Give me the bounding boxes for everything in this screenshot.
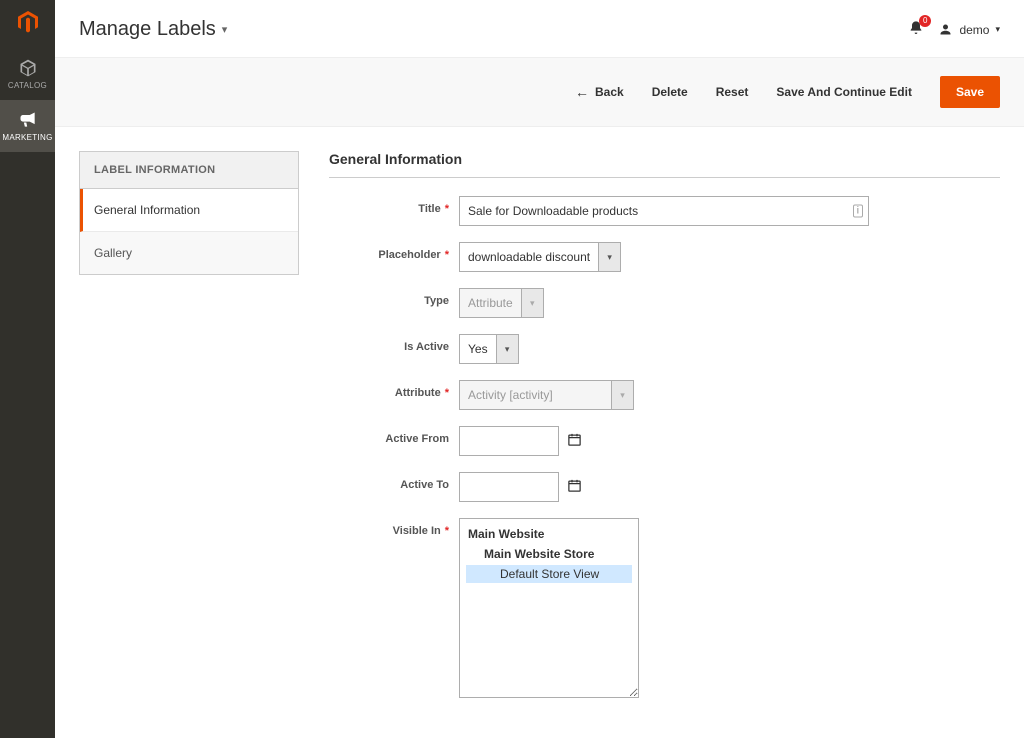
- arrow-left-icon: ←: [575, 84, 589, 100]
- caret-down-icon: ▾: [521, 289, 543, 317]
- action-bar: ← Back Delete Reset Save And Continue Ed…: [55, 57, 1024, 127]
- caret-down-icon: ▾: [598, 243, 620, 271]
- page-title[interactable]: Manage Labels ▾: [79, 18, 227, 41]
- placeholder-select[interactable]: downloadable discount ▾: [459, 242, 621, 272]
- user-menu[interactable]: demo ▾: [938, 22, 1000, 37]
- megaphone-icon: [0, 110, 55, 130]
- tab-gallery[interactable]: Gallery: [80, 232, 298, 274]
- notifications-button[interactable]: 0: [908, 20, 924, 39]
- save-button[interactable]: Save: [940, 76, 1000, 108]
- label-placeholder: Placeholder*: [329, 242, 459, 261]
- cube-icon: [0, 58, 55, 78]
- label-is-active: Is Active: [329, 334, 459, 353]
- tabs-panel: LABEL INFORMATION General Information Ga…: [79, 151, 299, 275]
- caret-down-icon: ▾: [611, 381, 633, 409]
- caret-down-icon: ▾: [496, 335, 518, 363]
- visible-in-multiselect[interactable]: Main Website Main Website Store Default …: [459, 518, 639, 698]
- title-input[interactable]: [459, 196, 869, 226]
- label-visible-in: Visible In*: [329, 518, 459, 537]
- label-type: Type: [329, 288, 459, 307]
- notification-badge: 0: [919, 15, 931, 27]
- label-title: Title*: [329, 196, 459, 215]
- delete-button[interactable]: Delete: [652, 85, 688, 99]
- active-to-input[interactable]: [459, 472, 559, 502]
- admin-sidebar: CATALOG MARKETING: [0, 0, 55, 738]
- attribute-select: Activity [activity] ▾: [459, 380, 634, 410]
- caret-down-icon: ▾: [222, 23, 228, 36]
- tabs-header: LABEL INFORMATION: [80, 152, 298, 189]
- nav-marketing[interactable]: MARKETING: [0, 100, 55, 152]
- section-title: General Information: [329, 151, 1000, 178]
- caret-down-icon: ▾: [995, 24, 1000, 35]
- topbar: Manage Labels ▾ 0 demo ▾: [55, 0, 1024, 57]
- back-button[interactable]: ← Back: [575, 84, 624, 100]
- active-from-input[interactable]: [459, 426, 559, 456]
- calendar-icon[interactable]: [567, 478, 582, 496]
- label-active-to: Active To: [329, 472, 459, 491]
- user-icon: [938, 22, 953, 37]
- magento-logo-icon[interactable]: [14, 8, 42, 36]
- tab-general-information[interactable]: General Information: [80, 189, 298, 232]
- calendar-icon[interactable]: [567, 432, 582, 450]
- label-attribute: Attribute*: [329, 380, 459, 399]
- hint-icon[interactable]: i: [853, 205, 863, 218]
- label-active-from: Active From: [329, 426, 459, 445]
- save-continue-button[interactable]: Save And Continue Edit: [776, 85, 912, 99]
- type-select: Attribute ▾: [459, 288, 544, 318]
- store-website[interactable]: Main Website: [466, 525, 632, 543]
- is-active-select[interactable]: Yes ▾: [459, 334, 519, 364]
- nav-catalog[interactable]: CATALOG: [0, 48, 55, 100]
- form-area: General Information Title* i Placeholder…: [329, 151, 1000, 714]
- reset-button[interactable]: Reset: [716, 85, 749, 99]
- store-group[interactable]: Main Website Store: [466, 545, 632, 563]
- store-view[interactable]: Default Store View: [466, 565, 632, 583]
